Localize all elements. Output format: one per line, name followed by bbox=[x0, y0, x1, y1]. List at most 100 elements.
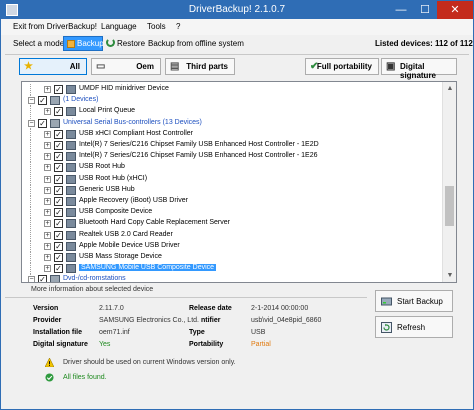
device-checkbox[interactable]: ✓ bbox=[38, 275, 47, 282]
start-backup-button[interactable]: Start Backup bbox=[375, 290, 453, 312]
tree-device-row[interactable]: + ✓ Generic USB Hub bbox=[22, 184, 442, 196]
minimize-button[interactable]: — bbox=[389, 1, 413, 19]
tree-device-row[interactable]: + ✓ Realtek USB 2.0 Card Reader bbox=[22, 229, 442, 241]
mode-bar: Select a mode Backup Restore Backup from… bbox=[1, 35, 473, 53]
tree-device-row[interactable]: + ✓ Apple Recovery (iBoot) USB Driver bbox=[22, 196, 442, 207]
release-date-key: Release date bbox=[189, 305, 232, 312]
filter-oem-button[interactable]: ▭ Oem bbox=[91, 58, 161, 75]
menu-language[interactable]: Language bbox=[101, 22, 137, 31]
expand-icon[interactable]: + bbox=[44, 254, 51, 261]
expand-icon[interactable]: + bbox=[44, 86, 51, 93]
device-icon bbox=[66, 253, 76, 262]
expand-icon[interactable]: + bbox=[44, 209, 51, 217]
tree-device-row[interactable]: + ✓ Apple Mobile Device USB Driver bbox=[22, 240, 442, 252]
info-heading: More information about selected device bbox=[31, 286, 154, 293]
menu-tools[interactable]: Tools bbox=[147, 22, 166, 31]
device-checkbox[interactable]: ✓ bbox=[54, 152, 63, 162]
category-icon bbox=[50, 118, 60, 128]
offline-backup-button[interactable]: Backup from offline system bbox=[148, 39, 244, 48]
device-icon bbox=[66, 141, 76, 150]
digital-signature-value: Yes bbox=[99, 341, 111, 348]
expand-icon[interactable]: + bbox=[44, 164, 51, 172]
tree-device-row[interactable]: + ✓ UMDF HID minidriver Device bbox=[22, 84, 442, 95]
tree-connector bbox=[30, 240, 31, 252]
tree-scrollbar[interactable]: ▲ ▼ bbox=[442, 82, 456, 282]
collapse-icon[interactable]: − bbox=[28, 119, 35, 127]
expand-icon[interactable]: + bbox=[44, 153, 51, 161]
device-checkbox[interactable]: ✓ bbox=[54, 129, 63, 139]
menu-exit[interactable]: Exit from DriverBackup! bbox=[13, 22, 97, 31]
device-checkbox[interactable]: ✓ bbox=[54, 264, 63, 274]
info-divider bbox=[5, 297, 367, 298]
digital-signature-button[interactable]: ▣ Digital signature bbox=[381, 58, 457, 80]
expand-icon[interactable]: + bbox=[44, 130, 51, 138]
expand-icon[interactable]: + bbox=[44, 220, 51, 228]
release-date-value: 2-1-2014 00:00:00 bbox=[251, 305, 309, 312]
device-label: Bluetooth Hard Copy Cable Replacement Se… bbox=[79, 219, 230, 227]
device-label: SAMSUNG Mobile USB Composite Device bbox=[79, 264, 217, 272]
device-checkbox[interactable]: ✓ bbox=[54, 197, 63, 206]
filter-third-parts-button[interactable]: ▤ Third parts bbox=[165, 58, 235, 75]
provider-value: SAMSUNG Electronics Co., Ltd. bbox=[99, 317, 199, 324]
tree-device-row[interactable]: + ✓ SAMSUNG Mobile USB Composite Device bbox=[22, 263, 442, 275]
full-portability-button[interactable]: ✔ Full portability bbox=[305, 58, 379, 75]
tree-device-row[interactable]: + ✓ Bluetooth Hard Copy Cable Replacement … bbox=[22, 218, 442, 230]
device-checkbox[interactable]: ✓ bbox=[54, 208, 63, 218]
expand-icon[interactable]: + bbox=[44, 142, 51, 149]
tree-category-row[interactable]: − ✓ Universal Serial Bus-controllers (13 D… bbox=[22, 117, 442, 129]
restore-mode-button[interactable]: Restore bbox=[117, 39, 145, 48]
expand-icon[interactable]: + bbox=[44, 108, 51, 116]
close-button[interactable]: ✕ bbox=[437, 1, 473, 19]
device-icon bbox=[66, 85, 76, 94]
device-label: Intel(R) 7 Series/C216 Chipset Family US… bbox=[79, 141, 319, 148]
tree-device-row[interactable]: + ✓ USB Composite Device bbox=[22, 207, 442, 219]
device-checkbox[interactable]: ✓ bbox=[54, 174, 63, 184]
filter-all-button[interactable]: ★ All bbox=[19, 58, 87, 75]
expand-icon[interactable]: + bbox=[44, 231, 51, 239]
expand-icon[interactable]: + bbox=[44, 186, 51, 194]
expand-icon[interactable]: + bbox=[44, 198, 51, 205]
device-checkbox[interactable]: ✓ bbox=[54, 219, 63, 229]
expand-icon[interactable]: + bbox=[44, 242, 51, 250]
expand-icon[interactable]: + bbox=[44, 265, 51, 273]
refresh-button[interactable]: Refresh bbox=[375, 316, 453, 338]
tree-device-row[interactable]: + ✓ Local Print Queue bbox=[22, 106, 442, 118]
tree-device-row[interactable]: + ✓ USB Mass Storage Device bbox=[22, 252, 442, 263]
tree-device-row[interactable]: + ✓ Intel(R) 7 Series/C216 Chipset Family … bbox=[22, 151, 442, 163]
maximize-button[interactable]: ☐ bbox=[413, 1, 437, 19]
scroll-down-icon[interactable]: ▼ bbox=[443, 269, 456, 282]
device-checkbox[interactable]: ✓ bbox=[38, 96, 47, 106]
tree-connector bbox=[30, 84, 31, 95]
provider-key: Provider bbox=[33, 317, 62, 324]
tree-device-row[interactable]: + ✓ USB xHCI Compliant Host Controller bbox=[22, 128, 442, 140]
device-tree[interactable]: + ✓ UMDF HID minidriver Device − ✓ (1 Devices… bbox=[21, 81, 457, 283]
expand-icon[interactable]: + bbox=[44, 175, 51, 183]
device-checkbox[interactable]: ✓ bbox=[38, 118, 47, 128]
backup-icon bbox=[67, 40, 75, 48]
tree-device-row[interactable]: + ✓ USB Root Hub bbox=[22, 162, 442, 174]
backup-mode-button[interactable]: Backup bbox=[63, 36, 104, 51]
collapse-icon[interactable]: − bbox=[28, 97, 35, 105]
document-icon: ▤ bbox=[170, 61, 180, 72]
tree-connector bbox=[30, 106, 31, 118]
device-checkbox[interactable]: ✓ bbox=[54, 107, 63, 117]
device-checkbox[interactable]: ✓ bbox=[54, 253, 63, 262]
device-checkbox[interactable]: ✓ bbox=[54, 185, 63, 195]
title-bar: DriverBackup! 2.1.0.7 — ☐ ✕ bbox=[1, 1, 473, 19]
tree-category-row[interactable]: − ✓ (1 Devices) bbox=[22, 95, 442, 107]
device-checkbox[interactable]: ✓ bbox=[54, 230, 63, 240]
tree-category-row[interactable]: − ✓ Dvd-/cd-romstations bbox=[22, 274, 442, 282]
device-icon bbox=[66, 185, 76, 195]
scroll-thumb[interactable] bbox=[445, 186, 454, 226]
device-checkbox[interactable]: ✓ bbox=[54, 85, 63, 94]
collapse-icon[interactable]: − bbox=[28, 276, 35, 282]
device-checkbox[interactable]: ✓ bbox=[54, 241, 63, 251]
menu-help[interactable]: ? bbox=[176, 22, 180, 31]
tree-device-row[interactable]: + ✓ USB Root Hub (xHCI) bbox=[22, 173, 442, 185]
scroll-up-icon[interactable]: ▲ bbox=[443, 82, 456, 95]
device-checkbox[interactable]: ✓ bbox=[54, 141, 63, 150]
tree-device-row[interactable]: + ✓ Intel(R) 7 Series/C216 Chipset Family … bbox=[22, 140, 442, 151]
device-label: Generic USB Hub bbox=[79, 185, 135, 193]
device-checkbox[interactable]: ✓ bbox=[54, 163, 63, 173]
backup-drive-icon bbox=[381, 297, 392, 306]
